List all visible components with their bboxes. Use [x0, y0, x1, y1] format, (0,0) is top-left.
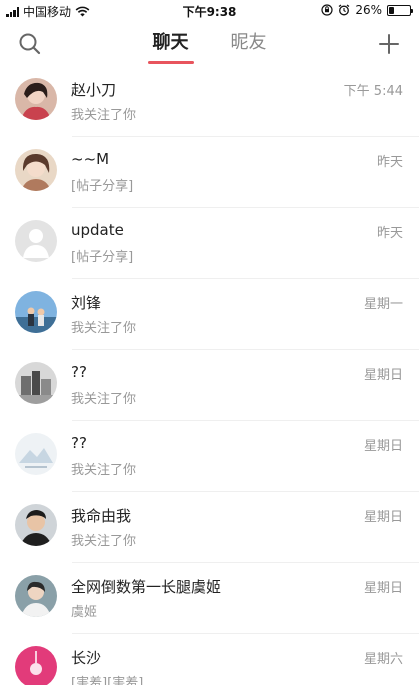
contact-name: ~~M — [71, 150, 110, 168]
message-preview: 我关注了你 — [71, 392, 137, 407]
message-time: 星期一 — [363, 297, 403, 312]
battery-percent: 26% — [355, 3, 382, 17]
message-time: 下午 5:44 — [343, 84, 403, 99]
avatar[interactable] — [15, 291, 57, 333]
message-preview: 我关注了你 — [71, 321, 137, 336]
conversation-row[interactable]: 长沙 [害羞][害羞] 星期六 — [0, 634, 419, 685]
conversation-row[interactable]: 全网倒数第一长腿虞姬 虞姬 星期日 — [0, 563, 419, 634]
tab-bar: 聊天 昵友 — [0, 28, 419, 64]
tab-friends[interactable]: 昵友 — [229, 28, 269, 64]
top-navigation: 聊天 昵友 — [0, 22, 419, 66]
contact-name: ?? — [71, 434, 87, 452]
contact-name: 刘锋 — [71, 294, 102, 312]
message-preview: [帖子分享] — [71, 250, 134, 265]
avatar[interactable] — [15, 220, 57, 262]
avatar[interactable] — [15, 504, 57, 546]
message-time: 昨天 — [376, 226, 403, 241]
avatar[interactable] — [15, 433, 57, 475]
tab-chat[interactable]: 聊天 — [147, 28, 194, 64]
message-time: 星期日 — [363, 368, 403, 383]
avatar[interactable] — [15, 646, 57, 685]
conversation-row[interactable]: 赵小刀 我关注了你 下午 5:44 — [0, 66, 419, 137]
contact-name: 全网倒数第一长腿虞姬 — [71, 578, 222, 596]
battery-icon — [387, 4, 413, 16]
contact-name: ?? — [71, 363, 87, 381]
message-preview: [害羞][害羞] — [71, 676, 144, 685]
conversation-row[interactable]: ?? 我关注了你 星期日 — [0, 421, 419, 492]
conversation-row[interactable]: ?? 我关注了你 星期日 — [0, 350, 419, 421]
message-preview: 我关注了你 — [71, 534, 137, 549]
avatar[interactable] — [15, 149, 57, 191]
battery-fill — [389, 6, 395, 14]
message-preview: 虞姬 — [71, 605, 98, 620]
contact-name: update — [71, 221, 124, 239]
contact-name: 我命由我 — [71, 507, 132, 525]
message-time: 星期日 — [363, 510, 403, 525]
message-preview: 我关注了你 — [71, 108, 137, 123]
conversation-row[interactable]: ~~M [帖子分享] 昨天 — [0, 137, 419, 208]
orientation-lock-icon — [321, 4, 333, 16]
message-time: 星期日 — [363, 581, 403, 596]
add-button[interactable] — [375, 30, 403, 58]
message-time: 昨天 — [376, 155, 403, 170]
conversation-row[interactable]: update [帖子分享] 昨天 — [0, 208, 419, 279]
contact-name: 赵小刀 — [71, 81, 117, 99]
message-time: 星期六 — [363, 652, 403, 667]
conversation-row[interactable]: 我命由我 我关注了你 星期日 — [0, 492, 419, 563]
message-preview: [帖子分享] — [71, 179, 134, 194]
plus-icon — [379, 34, 399, 54]
avatar[interactable] — [15, 78, 57, 120]
avatar[interactable] — [15, 575, 57, 617]
message-time: 星期日 — [363, 439, 403, 454]
conversation-list: 赵小刀 我关注了你 下午 5:44 ~~M [帖子分享] 昨天 update [… — [0, 66, 419, 685]
message-preview: 我关注了你 — [71, 463, 137, 478]
status-right: 26% — [321, 3, 413, 17]
avatar[interactable] — [15, 362, 57, 404]
conversation-row[interactable]: 刘锋 我关注了你 星期一 — [0, 279, 419, 350]
alarm-icon — [338, 4, 350, 16]
status-bar: 中国移动 下午9:38 26% — [0, 0, 419, 22]
contact-name: 长沙 — [71, 649, 102, 667]
